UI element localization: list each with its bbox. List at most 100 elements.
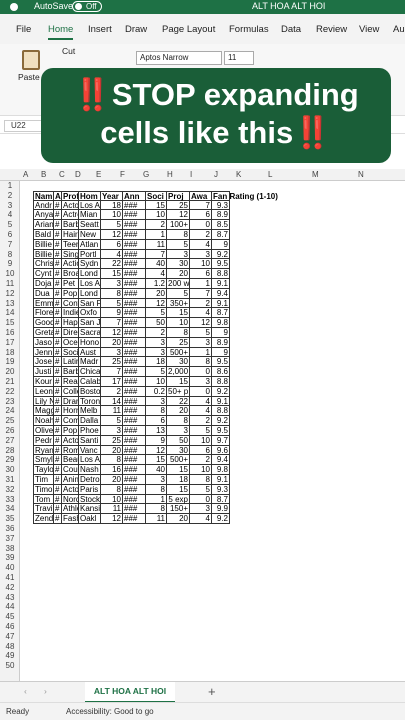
row-header[interactable]: 21 [0,377,20,387]
column-header[interactable]: G [143,170,149,179]
table-cell[interactable]: 5 [189,426,211,436]
table-cell[interactable]: 12 [145,445,166,456]
table-cell[interactable]: 9.5 [211,426,229,436]
table-cell[interactable]: # [53,494,61,505]
table-cell[interactable]: # [53,259,61,270]
table-cell[interactable]: # [53,318,61,328]
table-cell[interactable]: Nord [61,494,78,505]
table-cell[interactable]: New [78,230,100,240]
table-cell[interactable]: 4 [189,239,211,250]
table-cell[interactable]: Anim [61,475,78,485]
table-cell[interactable]: 6 [189,210,211,221]
table-cell[interactable]: Anya [33,210,53,221]
table-cell[interactable]: 50+ p [166,386,189,397]
table-cell[interactable]: 2 [145,328,166,338]
table-cell[interactable]: Arian [33,220,53,230]
column-header[interactable]: H [167,170,173,179]
table-cell[interactable]: Sacra [78,328,100,338]
table-cell[interactable]: Athle [61,504,78,515]
table-cell[interactable]: Andr [33,200,53,211]
table-cell[interactable]: Indie [61,308,78,319]
column-header[interactable]: K [236,170,241,179]
table-cell[interactable]: Ryan [33,445,53,456]
table-cell[interactable]: Taylo [33,465,53,475]
table-cell[interactable]: 6 [189,445,211,456]
table-cell[interactable]: ### [122,288,145,299]
table-cell[interactable]: ### [122,357,145,368]
row-header[interactable]: 32 [0,485,20,495]
table-cell[interactable]: ### [122,347,145,358]
table-cell[interactable]: 8.8 [211,269,229,279]
table-cell[interactable]: 9.1 [211,475,229,485]
table-cell[interactable]: 30 [166,445,189,456]
table-cell[interactable]: Hono [78,337,100,348]
column-header[interactable]: D [75,170,81,179]
column-header[interactable]: N [358,170,364,179]
table-cell[interactable]: ### [122,455,145,466]
table-cell[interactable]: Magg [33,406,53,417]
table-cell[interactable]: 2,000 [166,367,189,377]
row-header[interactable]: 14 [0,308,20,318]
table-cell[interactable]: 350+ [166,298,189,309]
table-cell[interactable]: 3 [145,396,166,407]
table-cell[interactable]: 2 [100,386,122,397]
table-cell[interactable]: 12 [100,514,122,524]
column-header[interactable]: I [190,170,192,179]
table-cell[interactable]: 20 [166,269,189,279]
table-cell[interactable]: ### [122,484,145,495]
row-header[interactable]: 12 [0,289,20,299]
table-cell[interactable]: Acto [61,435,78,446]
table-cell[interactable]: Com [61,416,78,426]
table-cell[interactable]: ### [122,367,145,377]
table-cell[interactable]: Sydn [78,259,100,270]
table-cell[interactable]: 3 [166,426,189,436]
table-cell[interactable]: 3 [145,347,166,358]
table-cell[interactable]: # [53,328,61,338]
table-cell[interactable]: Doja [33,279,53,289]
row-header[interactable]: 24 [0,406,20,416]
table-cell[interactable]: 9 [211,347,229,358]
row-header[interactable]: 40 [0,563,20,573]
table-cell[interactable]: # [53,426,61,436]
row-header[interactable]: 6 [0,230,20,240]
table-cell[interactable]: Phoe [78,426,100,436]
table-cell[interactable]: 11 [100,406,122,417]
column-header[interactable]: M [312,170,319,179]
table-cell[interactable]: ### [122,249,145,260]
paste-button[interactable]: Paste [18,72,40,82]
table-cell[interactable]: 18 [166,475,189,485]
table-cell[interactable]: Real [61,377,78,387]
table-cell[interactable]: 8 [100,484,122,495]
autosave-toggle[interactable]: Off [72,1,102,12]
table-cell[interactable]: 4 [189,308,211,319]
row-header[interactable]: 15 [0,318,20,328]
font-name-select[interactable]: Aptos Narrow [136,51,222,65]
table-cell[interactable]: 1 [189,279,211,289]
table-cell[interactable]: 9.5 [211,357,229,368]
row-header[interactable]: 16 [0,328,20,338]
table-cell[interactable]: Teen [61,239,78,250]
table-cell[interactable]: 50 [145,318,166,328]
table-cell[interactable]: Timo [33,484,53,495]
table-cell[interactable]: 8.7 [211,308,229,319]
table-cell[interactable]: 20 [100,445,122,456]
row-header[interactable]: 44 [0,602,20,612]
table-cell[interactable]: ### [122,230,145,240]
row-header[interactable]: 5 [0,220,20,230]
table-cell[interactable]: Coun [61,465,78,475]
table-cell[interactable]: # [53,367,61,377]
table-cell[interactable]: Barb [61,367,78,377]
table-cell[interactable]: 9.2 [211,386,229,397]
table-cell[interactable]: 12 [166,210,189,221]
table-cell[interactable]: # [53,230,61,240]
table-cell[interactable]: 500+ [166,347,189,358]
row-header[interactable]: 50 [0,661,20,671]
table-cell[interactable]: # [53,465,61,475]
row-header[interactable]: 4 [0,210,20,220]
table-cell[interactable]: 6 [100,239,122,250]
row-header[interactable]: 2 [0,191,20,201]
table-cell[interactable]: Pop [61,426,78,436]
tab-review[interactable]: Review [316,24,347,35]
table-cell[interactable]: Stock [78,494,100,505]
table-cell[interactable]: Flore [33,308,53,319]
